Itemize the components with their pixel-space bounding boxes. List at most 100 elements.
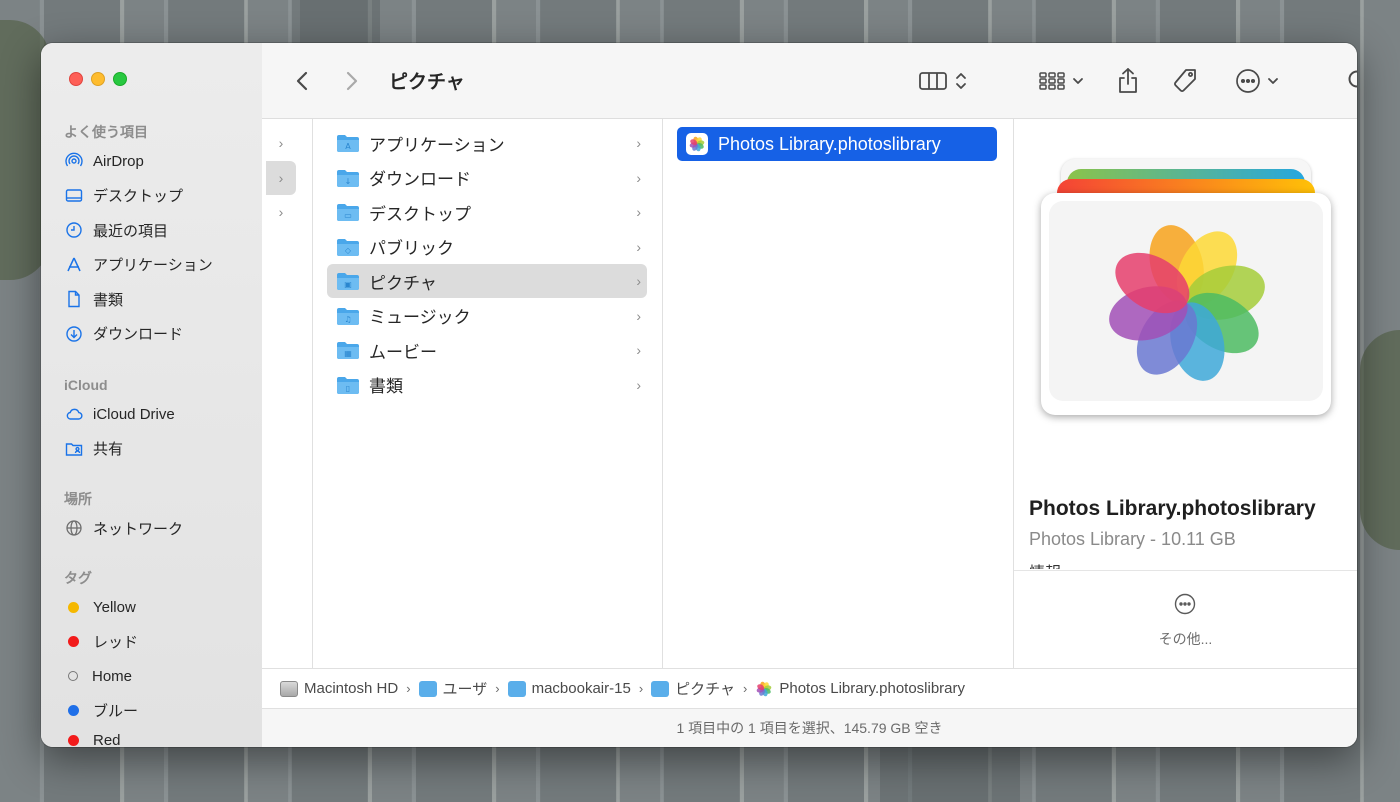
path-separator: › bbox=[743, 681, 748, 696]
more-label: その他... bbox=[1158, 631, 1213, 647]
photos-icon bbox=[686, 133, 708, 155]
sidebar-item-shared[interactable]: 共有 bbox=[41, 432, 262, 467]
parent-row-selected[interactable]: › bbox=[266, 161, 296, 195]
sidebar-item-label: Red bbox=[93, 731, 121, 748]
sidebar-item-label: Yellow bbox=[93, 598, 136, 616]
sidebar-item-label: アプリケーション bbox=[93, 257, 213, 275]
minimize-button[interactable] bbox=[91, 72, 105, 86]
view-mode-button[interactable] bbox=[912, 65, 974, 97]
tag-dot-red bbox=[68, 734, 79, 746]
folder-row[interactable]: ▣ ピクチャ › bbox=[327, 264, 647, 298]
sidebar-item-label: デスクトップ bbox=[93, 188, 184, 206]
folder-icon: ▯ bbox=[337, 376, 359, 394]
sidebar-item-icloud-drive[interactable]: iCloud Drive bbox=[41, 397, 262, 432]
folder-row[interactable]: ▯ 書類 › bbox=[327, 368, 647, 402]
path-item-photos-library[interactable]: Photos Library.photoslibrary bbox=[755, 680, 965, 697]
sidebar-item-label: iCloud Drive bbox=[93, 405, 175, 423]
folder-name: ミュージック bbox=[369, 308, 471, 327]
folder-row[interactable]: ↓ ダウンロード › bbox=[327, 161, 647, 195]
search-button[interactable] bbox=[1346, 65, 1357, 97]
folder-name: デスクトップ bbox=[369, 204, 471, 224]
sidebar-item-airdrop[interactable]: AirDrop bbox=[41, 144, 262, 179]
tag-dot-red bbox=[68, 636, 79, 648]
parent-row[interactable]: › bbox=[266, 126, 296, 160]
path-separator: › bbox=[495, 681, 500, 696]
parent-row[interactable]: › bbox=[266, 195, 296, 229]
sidebar: よく使う項目 AirDrop デスクトップ 最近の項目 アプリケーション 書類 … bbox=[41, 43, 263, 747]
path-separator: › bbox=[406, 681, 411, 696]
column-parent[interactable]: › › › bbox=[262, 119, 313, 668]
chevron-right-icon: › bbox=[636, 135, 641, 151]
svg-text:▭: ▭ bbox=[344, 211, 352, 220]
folder-icon: ▦ bbox=[337, 342, 359, 359]
airdrop-icon bbox=[65, 152, 83, 170]
sidebar-section-locations: 場所 ネットワーク bbox=[41, 487, 262, 546]
path-label: macbookair-15 bbox=[531, 680, 631, 697]
zoom-button[interactable] bbox=[113, 72, 127, 86]
sidebar-item-downloads[interactable]: ダウンロード bbox=[41, 317, 262, 352]
forward-button[interactable] bbox=[342, 65, 362, 97]
photos-icon bbox=[757, 681, 772, 696]
folder-row[interactable]: ♫ ミュージック › bbox=[327, 299, 647, 333]
folder-name: アプリケーション bbox=[369, 135, 505, 155]
folder-icon: ♫ bbox=[337, 307, 359, 325]
sidebar-tag-blue[interactable]: ブルー bbox=[41, 694, 262, 729]
close-button[interactable] bbox=[69, 72, 83, 86]
cloud-icon bbox=[65, 405, 83, 423]
folder-name: ピクチャ bbox=[369, 273, 437, 293]
share-button[interactable] bbox=[1116, 65, 1140, 97]
sidebar-tag-yellow[interactable]: Yellow bbox=[41, 590, 262, 625]
more-actions[interactable]: その他... bbox=[1014, 570, 1357, 669]
folder-name: パブリック bbox=[369, 239, 454, 258]
sidebar-item-label: レッド bbox=[93, 634, 139, 652]
folder-row[interactable]: A アプリケーション › bbox=[327, 126, 647, 160]
sidebar-tag-red-jp[interactable]: レッド bbox=[41, 625, 262, 660]
path-item-macintosh-hd[interactable]: Macintosh HD bbox=[280, 680, 398, 697]
sidebar-tag-home[interactable]: Home bbox=[41, 659, 262, 694]
sidebar-item-label: 最近の項目 bbox=[93, 222, 169, 240]
folder-name: ダウンロード bbox=[369, 170, 471, 189]
hard-drive-icon bbox=[280, 680, 298, 697]
sidebar-item-network[interactable]: ネットワーク bbox=[41, 511, 262, 546]
path-bar: Macintosh HD › ユーザ › macbookair-15 › ピクチ… bbox=[262, 668, 1357, 708]
chevron-right-icon: › bbox=[636, 273, 641, 289]
grid-group-icon bbox=[1039, 72, 1065, 90]
chevron-right-icon: › bbox=[636, 169, 641, 186]
svg-text:A: A bbox=[345, 142, 351, 151]
chevron-right-icon: › bbox=[636, 204, 641, 220]
folder-row[interactable]: ▦ ムービー › bbox=[327, 333, 647, 367]
sidebar-section-tags: タグ Yellow レッド Home ブルー Red bbox=[41, 566, 262, 747]
search-icon bbox=[1348, 70, 1357, 88]
sidebar-item-label: 書類 bbox=[93, 291, 124, 309]
column-browser: › › › A アプリケーション › ↓ ダウンロード › ▭ デスクトップ › ◇ パブリック › ▣… bbox=[262, 119, 1357, 669]
chevron-left-icon bbox=[296, 71, 308, 91]
sidebar-item-recents[interactable]: 最近の項目 bbox=[41, 213, 262, 248]
folder-row[interactable]: ▭ デスクトップ › bbox=[327, 195, 647, 229]
clock-icon bbox=[65, 221, 83, 239]
folder-name: ムービー bbox=[369, 342, 437, 362]
path-item-pictures[interactable]: ピクチャ bbox=[651, 678, 735, 699]
group-button[interactable] bbox=[1034, 65, 1088, 97]
action-menu-button[interactable] bbox=[1232, 65, 1282, 97]
sidebar-item-applications[interactable]: アプリケーション bbox=[41, 248, 262, 283]
chevron-right-icon: › bbox=[636, 238, 641, 255]
sidebar-section-favorites: よく使う項目 AirDrop デスクトップ 最近の項目 アプリケーション 書類 … bbox=[41, 120, 262, 351]
tag-button[interactable] bbox=[1170, 65, 1200, 97]
file-row-selected[interactable]: Photos Library.photoslibrary bbox=[677, 127, 997, 161]
sidebar-item-desktop[interactable]: デスクトップ bbox=[41, 179, 262, 214]
globe-icon bbox=[65, 519, 83, 537]
folder-icon: ◇ bbox=[337, 238, 359, 256]
document-icon bbox=[65, 290, 83, 308]
back-button[interactable] bbox=[292, 65, 312, 97]
chevron-right-icon: › bbox=[636, 307, 641, 324]
svg-text:◇: ◇ bbox=[345, 246, 352, 255]
shared-folder-icon bbox=[65, 440, 83, 458]
sidebar-item-label: AirDrop bbox=[93, 152, 144, 170]
folder-row[interactable]: ◇ パブリック › bbox=[327, 230, 647, 264]
tag-icon bbox=[1174, 69, 1196, 92]
sidebar-tag-red[interactable]: Red bbox=[41, 728, 262, 747]
sidebar-item-documents[interactable]: 書類 bbox=[41, 282, 262, 317]
preview-title: Photos Library.photoslibrary bbox=[1029, 497, 1316, 520]
path-item-home[interactable]: macbookair-15 bbox=[507, 680, 631, 697]
path-item-users[interactable]: ユーザ bbox=[418, 678, 487, 699]
